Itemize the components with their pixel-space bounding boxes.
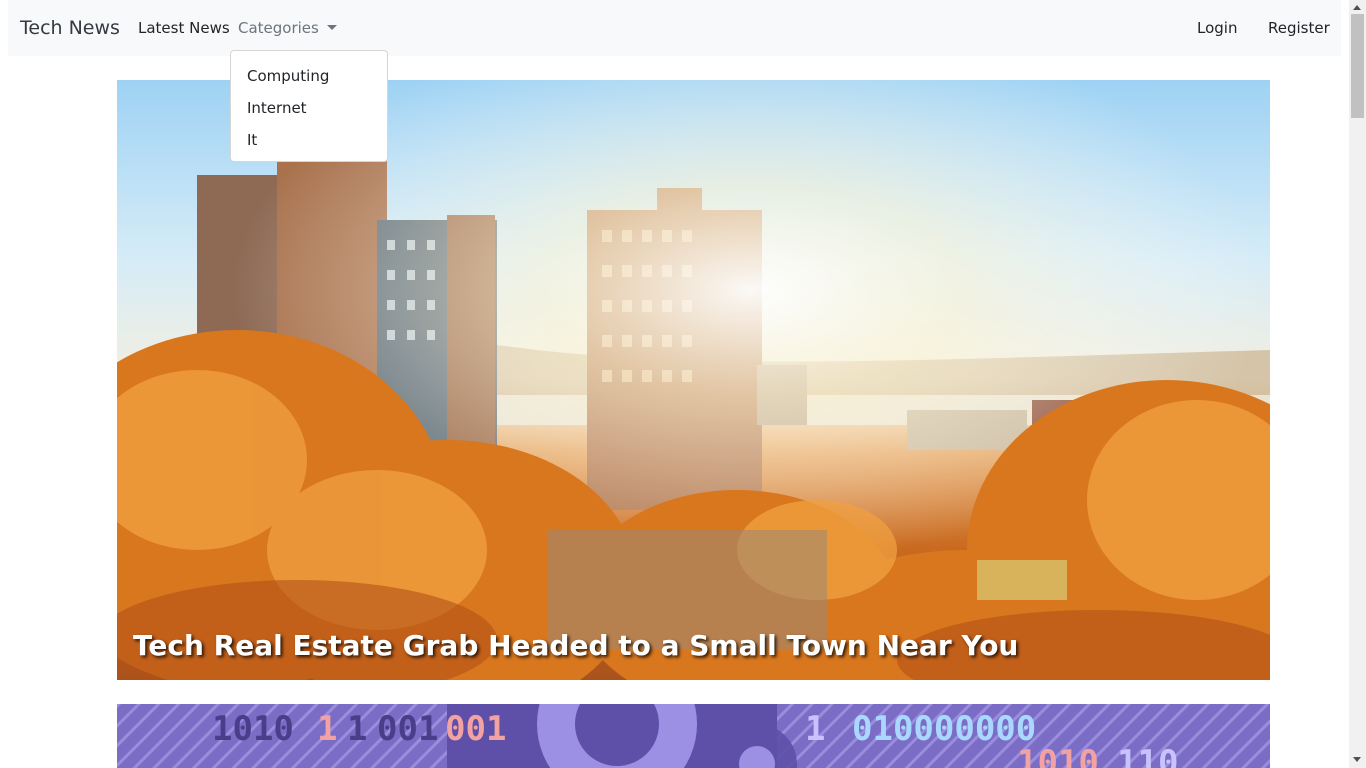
binary-1010: 1010 (212, 709, 294, 749)
featured-article-card[interactable]: Tech Real Estate Grab Headed to a Small … (117, 80, 1270, 680)
binary-001a: 001 (377, 709, 438, 749)
binary-1010b: 1010 (1017, 743, 1099, 768)
navbar: Tech News Latest News Categories Login R… (8, 0, 1341, 56)
dropdown-item-internet[interactable]: Internet (247, 98, 307, 118)
article-card-2[interactable]: 1010 1 1 001 001 1 010000000 1010 110 (117, 704, 1270, 768)
binary-010000000: 010000000 (852, 709, 1036, 749)
page: Tech News Latest News Categories Login R… (0, 0, 1349, 768)
nav-login[interactable]: Login (1197, 18, 1237, 38)
binary-1a: 1 (317, 709, 337, 749)
vertical-scrollbar[interactable] (1349, 0, 1366, 768)
featured-article-title[interactable]: Tech Real Estate Grab Headed to a Small … (133, 628, 1253, 664)
nav-categories-label: Categories (238, 19, 319, 37)
scrollbar-thumb[interactable] (1351, 14, 1364, 118)
dropdown-item-computing[interactable]: Computing (247, 66, 329, 86)
categories-dropdown-menu: Computing Internet It (230, 50, 388, 162)
dropdown-item-it[interactable]: It (247, 130, 257, 150)
scroll-down-arrow-icon[interactable] (1353, 757, 1361, 762)
chevron-down-icon (326, 25, 337, 30)
featured-article-image (117, 80, 1270, 680)
binary-110: 110 (1117, 743, 1178, 768)
nav-register[interactable]: Register (1268, 18, 1330, 38)
binary-001b: 001 (445, 709, 506, 749)
binary-1b: 1 (347, 709, 367, 749)
scroll-up-arrow-icon[interactable] (1353, 5, 1361, 10)
nav-latest-news[interactable]: Latest News (138, 18, 230, 38)
nav-categories-toggle[interactable]: Categories (238, 18, 337, 38)
binary-1c: 1 (805, 709, 825, 749)
brand-link[interactable]: Tech News (20, 16, 120, 40)
article-card-2-image: 1010 1 1 001 001 1 010000000 1010 110 (117, 704, 1270, 768)
